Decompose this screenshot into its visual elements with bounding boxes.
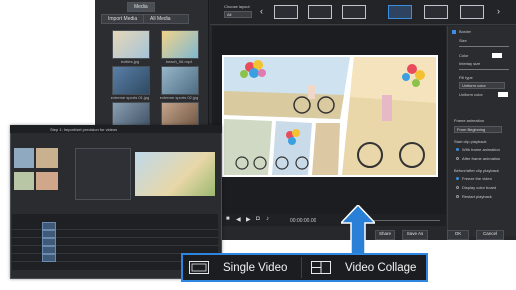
collage-preview[interactable] bbox=[222, 55, 438, 177]
ok-button[interactable]: OK bbox=[447, 230, 469, 240]
interlay-label: Interlay size bbox=[459, 61, 481, 66]
clip-thumb[interactable] bbox=[14, 148, 34, 168]
media-thumb-bottles[interactable] bbox=[112, 30, 150, 59]
option-after-frame: After frame animation bbox=[462, 156, 501, 161]
radio-with-frame[interactable] bbox=[456, 148, 459, 151]
timeline-clip[interactable] bbox=[42, 246, 56, 254]
media-thumb-beach[interactable] bbox=[161, 30, 199, 59]
import-media-button[interactable]: Import Media bbox=[101, 14, 145, 24]
interlay-slider[interactable] bbox=[459, 69, 509, 70]
snapshot-icon[interactable]: ◘ bbox=[256, 216, 260, 222]
uniform-color-swatch[interactable] bbox=[498, 92, 508, 97]
frame-animation-label: Frame animation bbox=[454, 118, 485, 123]
clip-thumb[interactable] bbox=[36, 172, 58, 190]
media-label: extreme sports 02.jpg bbox=[159, 95, 199, 100]
clip-thumb[interactable] bbox=[36, 148, 58, 168]
time-display: 00:00:00.00 bbox=[290, 218, 317, 224]
share-button[interactable]: Share bbox=[375, 230, 395, 240]
chevron-left-icon[interactable]: ‹ bbox=[260, 6, 263, 16]
before-after-label: Before/after clip playback bbox=[454, 168, 499, 173]
clip-thumb[interactable] bbox=[14, 172, 34, 190]
volume-icon[interactable]: ♪ bbox=[266, 216, 269, 222]
next-frame-icon[interactable]: ▶ bbox=[246, 216, 251, 223]
option-freeze: Freeze the video bbox=[462, 176, 492, 181]
cancel-button[interactable]: Cancel bbox=[476, 230, 504, 240]
media-label: bottles.jpg bbox=[120, 59, 140, 64]
film-icon bbox=[189, 261, 209, 274]
single-video-button[interactable]: Single Video bbox=[189, 255, 287, 280]
timeline-clip[interactable] bbox=[42, 238, 56, 246]
color-label: Color bbox=[459, 53, 469, 58]
radio-color-board[interactable] bbox=[456, 186, 459, 189]
playback-controls: ▶ ■ ◀ ▶ ◘ ♪ 00:00:00.00 bbox=[212, 214, 446, 226]
tab-media[interactable]: Media bbox=[127, 2, 155, 12]
layout-option-selected[interactable] bbox=[388, 5, 412, 19]
properties-panel: Border Size Color Interlay size Fill typ… bbox=[447, 26, 516, 236]
uniform-color-label: Uniform color bbox=[459, 92, 483, 97]
media-label: beach_06.mp4 bbox=[165, 59, 193, 64]
layout-option[interactable] bbox=[274, 5, 298, 19]
timeline-track bbox=[12, 222, 218, 230]
choose-layout-label: Choose layout bbox=[224, 4, 250, 9]
video-collage-button[interactable]: Video Collage bbox=[311, 255, 416, 280]
timeline-clip[interactable] bbox=[42, 222, 56, 230]
chevron-right-icon[interactable]: › bbox=[497, 6, 500, 16]
media-thumb-sports02[interactable] bbox=[161, 66, 199, 95]
layout-option[interactable] bbox=[342, 5, 366, 19]
prev-frame-icon[interactable]: ◀ bbox=[236, 216, 241, 223]
fill-type-label: Fill type bbox=[459, 75, 473, 80]
border-checkbox[interactable] bbox=[452, 30, 456, 34]
timeline-clip[interactable] bbox=[42, 230, 56, 238]
radio-restart[interactable] bbox=[456, 195, 459, 198]
stop-icon[interactable]: ■ bbox=[226, 216, 230, 222]
single-video-label: Single Video bbox=[223, 261, 288, 274]
layout-select[interactable]: All bbox=[224, 11, 252, 18]
size-label: Size bbox=[459, 38, 467, 43]
single-video-titlebar: Step 1: Import/set precision for videos bbox=[10, 125, 222, 133]
timeline-track bbox=[12, 238, 218, 246]
mode-switch-bar: Single Video Video Collage bbox=[181, 253, 428, 282]
layout-bar: Choose layout All ‹ › bbox=[210, 0, 516, 25]
media-thumb-sports01[interactable] bbox=[112, 66, 150, 95]
divider bbox=[301, 257, 302, 278]
media-filter-select[interactable]: All Media bbox=[143, 14, 189, 24]
frame-animation-select[interactable]: From Beginning bbox=[454, 126, 502, 133]
window-title: Step 1: Import/set precision for videos bbox=[50, 127, 118, 132]
start-playback-label: Start clip playback bbox=[454, 139, 487, 144]
fill-type-select[interactable]: Uniform color bbox=[459, 82, 505, 89]
timeline-clip[interactable] bbox=[42, 254, 56, 262]
arrow-up-icon bbox=[341, 205, 375, 255]
option-with-frame: With frame animation bbox=[462, 147, 500, 152]
color-swatch[interactable] bbox=[492, 53, 502, 58]
video-collage-label: Video Collage bbox=[345, 261, 417, 274]
layout-option[interactable] bbox=[308, 5, 332, 19]
option-color-board: Display color board bbox=[462, 185, 497, 190]
collage-icon bbox=[311, 261, 331, 274]
single-video-preview[interactable] bbox=[135, 152, 215, 196]
radio-freeze[interactable] bbox=[456, 177, 459, 180]
layout-option[interactable] bbox=[460, 5, 484, 19]
option-restart: Restart playback bbox=[462, 194, 492, 199]
timeline-track bbox=[12, 230, 218, 238]
size-slider[interactable] bbox=[459, 46, 509, 47]
radio-after-frame[interactable] bbox=[456, 157, 459, 160]
layout-option[interactable] bbox=[424, 5, 448, 19]
collage-image bbox=[222, 55, 438, 177]
media-label: extreme sports 01.jpg bbox=[110, 95, 150, 100]
adjust-panel bbox=[75, 148, 131, 200]
border-label: Border bbox=[459, 29, 472, 34]
save-as-button[interactable]: Save As bbox=[402, 230, 428, 240]
